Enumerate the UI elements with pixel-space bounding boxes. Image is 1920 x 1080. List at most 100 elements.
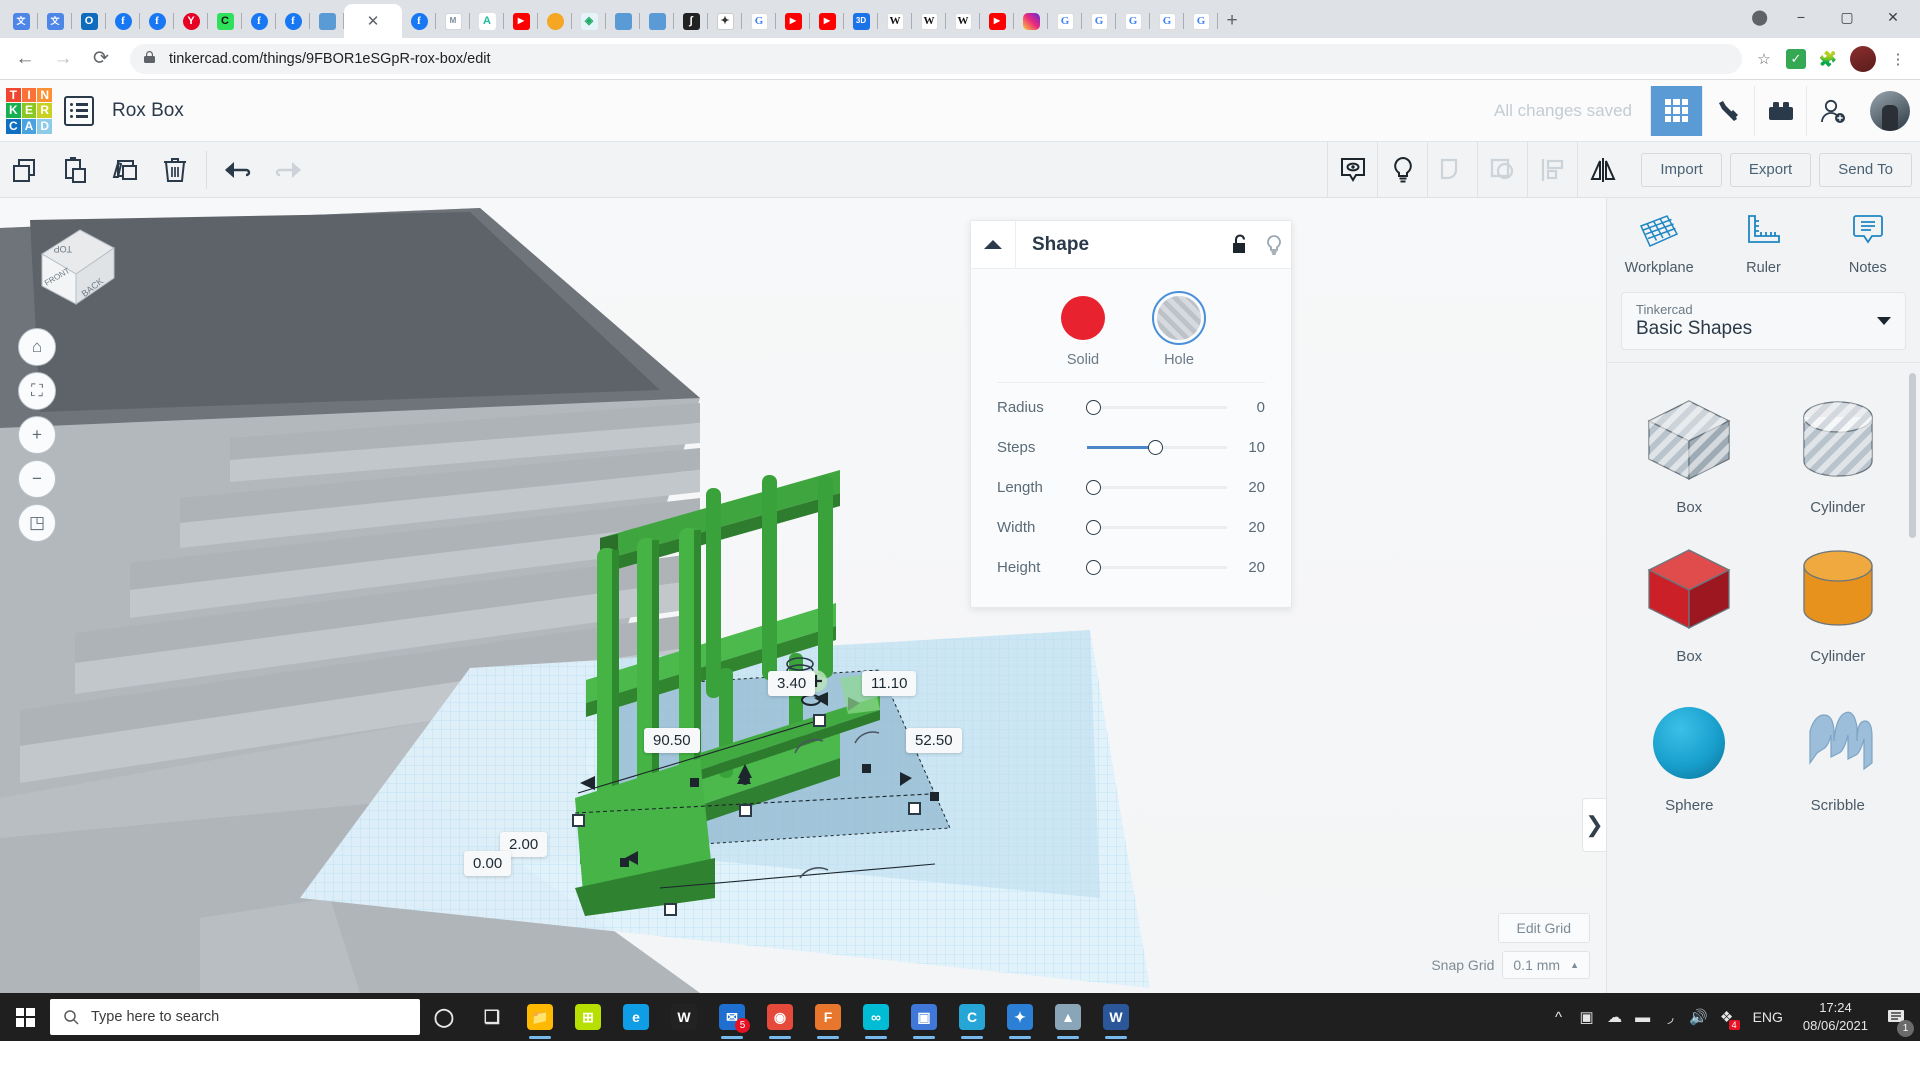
slider-track[interactable] bbox=[1073, 399, 1231, 415]
resize-handle[interactable] bbox=[813, 714, 826, 727]
back-button[interactable]: ← bbox=[8, 42, 42, 76]
codeblocks-icon[interactable] bbox=[1702, 85, 1754, 136]
clock[interactable]: 17:24 08/06/2021 bbox=[1795, 999, 1876, 1034]
home-view-icon[interactable]: ⌂ bbox=[18, 328, 56, 366]
infinity-icon[interactable]: ∞ bbox=[852, 993, 900, 1041]
import-button[interactable]: Import bbox=[1641, 152, 1722, 187]
browser-tab[interactable]: f bbox=[276, 4, 310, 38]
slider-knob[interactable] bbox=[1148, 439, 1164, 455]
browser-tab[interactable] bbox=[640, 4, 674, 38]
browser-tab[interactable]: 文 bbox=[4, 4, 38, 38]
slider-height[interactable]: Height 20 bbox=[997, 547, 1265, 587]
browser-tab[interactable]: ✦ bbox=[708, 4, 742, 38]
browser-tab[interactable]: G bbox=[742, 4, 776, 38]
mail-icon[interactable]: ✉ 5 bbox=[708, 993, 756, 1041]
browser-tab[interactable] bbox=[310, 4, 344, 38]
vscode-icon[interactable]: ✦ bbox=[996, 993, 1044, 1041]
dim-elevation[interactable]: 0.00 bbox=[464, 851, 512, 876]
corner-handle[interactable] bbox=[930, 792, 939, 801]
browser-tab[interactable]: G bbox=[1048, 4, 1082, 38]
browser-tab[interactable]: f bbox=[242, 4, 276, 38]
minimize-button[interactable]: − bbox=[1778, 0, 1824, 34]
onedrive-icon[interactable]: ☁ bbox=[1601, 993, 1629, 1041]
shape-card[interactable]: Sphere bbox=[1615, 675, 1764, 824]
slider-track[interactable] bbox=[1073, 519, 1231, 535]
slider-length[interactable]: Length 20 bbox=[997, 467, 1265, 507]
edge-icon[interactable]: e bbox=[612, 993, 660, 1041]
cortana-icon[interactable]: ◯ bbox=[420, 993, 468, 1041]
browser-tab[interactable]: G bbox=[1184, 4, 1218, 38]
shape-card[interactable]: Cylinder bbox=[1764, 377, 1913, 526]
browser-tab[interactable] bbox=[606, 4, 640, 38]
extensions-overflow-icon[interactable]: ⬤ bbox=[1741, 8, 1778, 26]
align-icon[interactable] bbox=[1527, 141, 1577, 198]
browser-tab[interactable] bbox=[538, 4, 572, 38]
browser-tab[interactable]: 文 bbox=[38, 4, 72, 38]
zoom-out-icon[interactable]: − bbox=[18, 460, 56, 498]
sidebar-item-workplane[interactable]: Workplane bbox=[1607, 212, 1711, 276]
resize-handle[interactable] bbox=[739, 804, 752, 817]
view-cube[interactable]: TOP FRONT BACK bbox=[22, 218, 115, 308]
corner-handle[interactable] bbox=[620, 858, 629, 867]
corner-handle[interactable] bbox=[862, 764, 871, 773]
screen-record-icon[interactable]: ▣ bbox=[1573, 993, 1601, 1041]
dropbox-icon[interactable]: ❖ 4 bbox=[1713, 993, 1741, 1041]
light-icon[interactable] bbox=[1377, 141, 1427, 198]
cisco-icon[interactable]: C bbox=[948, 993, 996, 1041]
fit-view-icon[interactable]: ⛶ bbox=[18, 372, 56, 410]
ungroup-icon[interactable] bbox=[1477, 141, 1527, 198]
show-hidden-icons[interactable]: ^ bbox=[1545, 993, 1573, 1041]
browser-tab[interactable]: f bbox=[140, 4, 174, 38]
export-button[interactable]: Export bbox=[1729, 152, 1812, 187]
browser-tab[interactable]: ▶ bbox=[504, 4, 538, 38]
slider-knob[interactable] bbox=[1085, 399, 1101, 415]
close-tab-icon[interactable]: ✕ bbox=[367, 14, 380, 29]
expand-panel-chevron[interactable]: ❯ bbox=[1582, 798, 1606, 852]
slider-width[interactable]: Width 20 bbox=[997, 507, 1265, 547]
browser-tab[interactable]: O bbox=[72, 4, 106, 38]
redo-icon[interactable] bbox=[263, 142, 313, 198]
dim-width[interactable]: 52.50 bbox=[906, 728, 962, 753]
slider-knob[interactable] bbox=[1085, 559, 1101, 575]
tinkercad-logo[interactable]: TIN KER CAD bbox=[6, 87, 52, 134]
unity-icon[interactable]: ▲ bbox=[1044, 993, 1092, 1041]
group-icon[interactable] bbox=[1427, 141, 1477, 198]
sidebar-scrollbar[interactable] bbox=[1909, 373, 1916, 538]
user-avatar[interactable] bbox=[1870, 90, 1910, 131]
browser-tab[interactable]: W bbox=[878, 4, 912, 38]
duplicate-icon[interactable] bbox=[100, 142, 150, 198]
reload-button[interactable]: ⟳ bbox=[84, 42, 118, 76]
address-bar[interactable]: tinkercad.com/things/9FBOR1eSGpR-rox-box… bbox=[130, 43, 1742, 74]
resize-handle[interactable] bbox=[572, 814, 585, 827]
word-icon[interactable]: W bbox=[1092, 993, 1140, 1041]
chrome-menu-icon[interactable]: ⋮ bbox=[1884, 45, 1912, 73]
browser-tab[interactable]: ✕ bbox=[344, 4, 402, 38]
solid-option[interactable]: Solid bbox=[1056, 291, 1110, 368]
zoom-in-icon[interactable]: + bbox=[18, 416, 56, 454]
dim-height[interactable]: 3.40 bbox=[768, 671, 816, 696]
grid-view-icon[interactable] bbox=[1650, 85, 1702, 136]
bookmark-star-icon[interactable]: ☆ bbox=[1750, 45, 1778, 73]
slider-knob[interactable] bbox=[1085, 479, 1101, 495]
undo-icon[interactable] bbox=[213, 142, 263, 198]
ortho-view-icon[interactable]: ◳ bbox=[18, 504, 56, 542]
browser-tab[interactable]: W bbox=[912, 4, 946, 38]
shape-library-grid[interactable]: Box Cylinder Box Cylinder Sphere Scribble bbox=[1607, 362, 1920, 993]
file-explorer-icon[interactable]: 📁 bbox=[516, 993, 564, 1041]
project-menu-icon[interactable] bbox=[64, 95, 94, 126]
maximize-button[interactable]: ▢ bbox=[1824, 0, 1870, 34]
wifi-icon[interactable]: ◞ bbox=[1657, 993, 1685, 1041]
browser-tab[interactable]: G bbox=[1116, 4, 1150, 38]
task-view-icon[interactable]: ❏ bbox=[468, 993, 516, 1041]
shape-card[interactable]: Box bbox=[1615, 526, 1764, 675]
snap-grid-select[interactable]: 0.1 mm ▲ bbox=[1502, 951, 1590, 979]
browser-tab[interactable]: ∫ bbox=[674, 4, 708, 38]
slider-knob[interactable] bbox=[1085, 519, 1101, 535]
camera-icon[interactable]: ▣ bbox=[900, 993, 948, 1041]
edit-grid-button[interactable]: Edit Grid bbox=[1497, 913, 1590, 943]
browser-tab[interactable]: 3D bbox=[844, 4, 878, 38]
shape-card[interactable]: Box bbox=[1615, 377, 1764, 526]
browser-tab[interactable]: ◈ bbox=[572, 4, 606, 38]
new-tab-button[interactable]: + bbox=[1218, 7, 1246, 35]
sidebar-item-ruler[interactable]: Ruler bbox=[1711, 212, 1815, 276]
